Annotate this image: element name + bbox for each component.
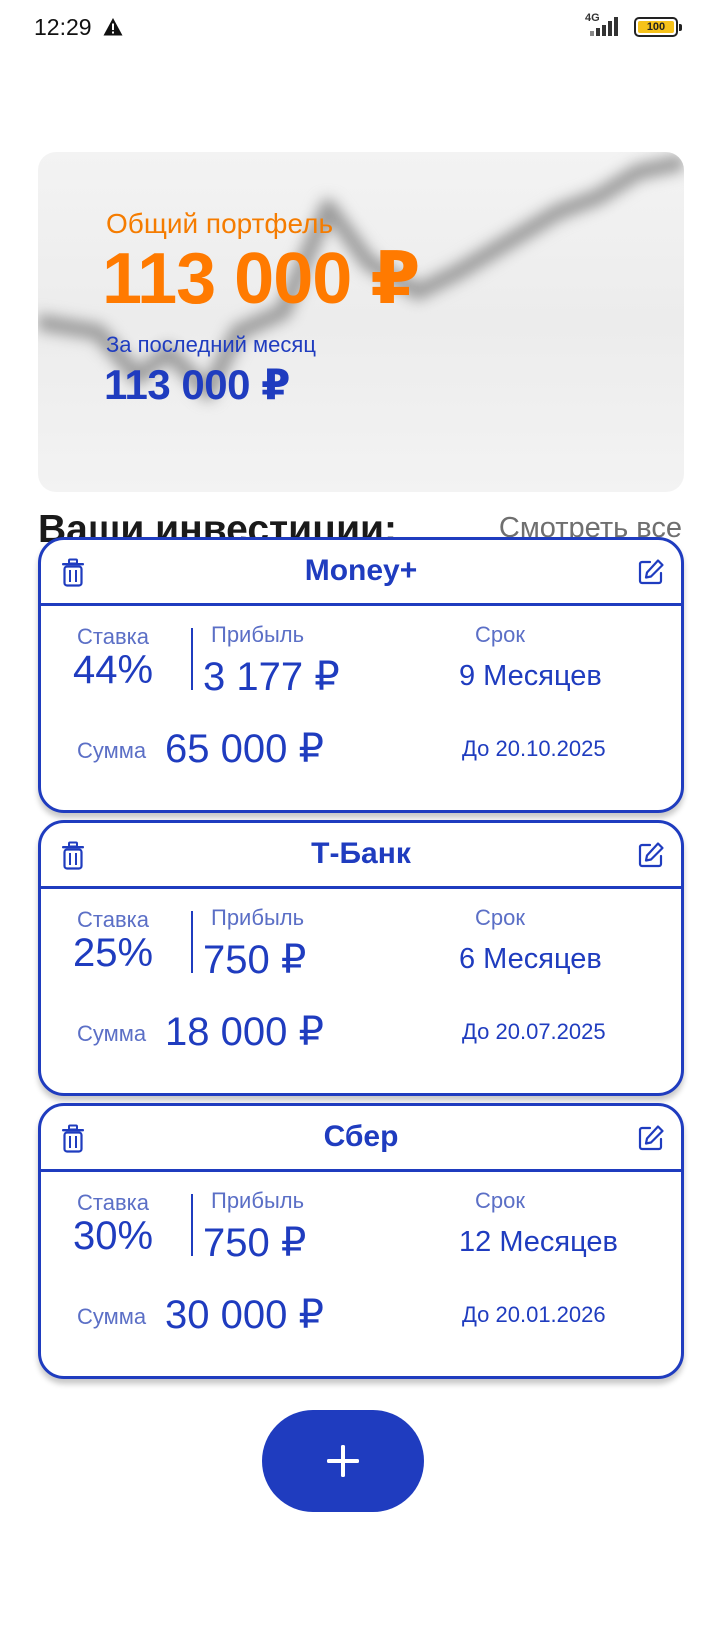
portfolio-background-chart bbox=[38, 154, 684, 400]
sum-label: Сумма bbox=[77, 1304, 147, 1329]
rate-label: Ставка bbox=[77, 1190, 149, 1215]
plus-icon bbox=[327, 1445, 359, 1477]
edit-icon[interactable] bbox=[637, 558, 665, 586]
last-month-value: 113 000 ₽ bbox=[104, 361, 290, 408]
end-date: До 20.07.2025 bbox=[462, 1019, 606, 1044]
term-value: 6 Месяцев bbox=[459, 943, 602, 975]
investment-card[interactable]: Сбер Ставка 30% Прибыль 750 ₽ Срок 12 Ме… bbox=[38, 1103, 684, 1379]
card-title: Сбер bbox=[323, 1120, 399, 1153]
term-value: 9 Месяцев bbox=[459, 660, 602, 692]
profit-value: 750 ₽ bbox=[203, 938, 307, 982]
portfolio-card: Общий портфель 113 000 ₽ За последний ме… bbox=[38, 152, 684, 492]
profit-value: 3 177 ₽ bbox=[203, 655, 340, 699]
card-header: Money+ bbox=[41, 540, 681, 606]
battery-icon: 100 bbox=[634, 17, 682, 37]
end-date: До 20.01.2026 bbox=[462, 1302, 606, 1327]
end-date: До 20.10.2025 bbox=[462, 736, 606, 761]
last-month-label: За последний месяц bbox=[106, 332, 316, 357]
card-header: Т-Банк bbox=[41, 823, 681, 889]
add-investment-button[interactable] bbox=[262, 1410, 424, 1512]
edit-icon[interactable] bbox=[637, 1124, 665, 1152]
term-label: Срок bbox=[475, 622, 525, 647]
profit-label: Прибыль bbox=[211, 622, 305, 647]
profit-label: Прибыль bbox=[211, 1188, 305, 1213]
rate-value: 44% bbox=[73, 648, 154, 692]
sum-value: 30 000 ₽ bbox=[165, 1293, 324, 1337]
investment-card[interactable]: Т-Банк Ставка 25% Прибыль 750 ₽ Срок 6 М… bbox=[38, 820, 684, 1096]
card-title: Money+ bbox=[304, 554, 418, 587]
sum-label: Сумма bbox=[77, 1021, 147, 1046]
term-value: 12 Месяцев bbox=[459, 1226, 618, 1258]
rate-label: Ставка bbox=[77, 907, 149, 932]
warning-icon bbox=[103, 18, 123, 36]
status-bar: 12:29 4G 100 bbox=[0, 0, 720, 56]
card-header: Сбер bbox=[41, 1106, 681, 1172]
profit-label: Прибыль bbox=[211, 905, 305, 930]
divider bbox=[191, 1194, 193, 1256]
portfolio-total: 113 000 ₽ bbox=[102, 239, 420, 319]
status-time: 12:29 bbox=[34, 14, 92, 40]
battery-level: 100 bbox=[638, 21, 674, 33]
rate-label: Ставка bbox=[77, 624, 149, 649]
divider bbox=[191, 628, 193, 690]
sum-value: 18 000 ₽ bbox=[165, 1010, 324, 1054]
edit-icon[interactable] bbox=[637, 841, 665, 869]
term-label: Срок bbox=[475, 1188, 525, 1213]
investment-card[interactable]: Money+ Ставка 44% Прибыль 3 177 ₽ Срок 9… bbox=[38, 537, 684, 813]
rate-value: 30% bbox=[73, 1214, 154, 1258]
sum-label: Сумма bbox=[77, 738, 147, 763]
rate-value: 25% bbox=[73, 931, 154, 975]
divider bbox=[191, 911, 193, 973]
signal-icon bbox=[590, 17, 618, 36]
card-title: Т-Банк bbox=[311, 837, 411, 870]
term-label: Срок bbox=[475, 905, 525, 930]
battery-tip bbox=[679, 24, 682, 31]
sum-value: 65 000 ₽ bbox=[165, 727, 324, 771]
profit-value: 750 ₽ bbox=[203, 1221, 307, 1265]
